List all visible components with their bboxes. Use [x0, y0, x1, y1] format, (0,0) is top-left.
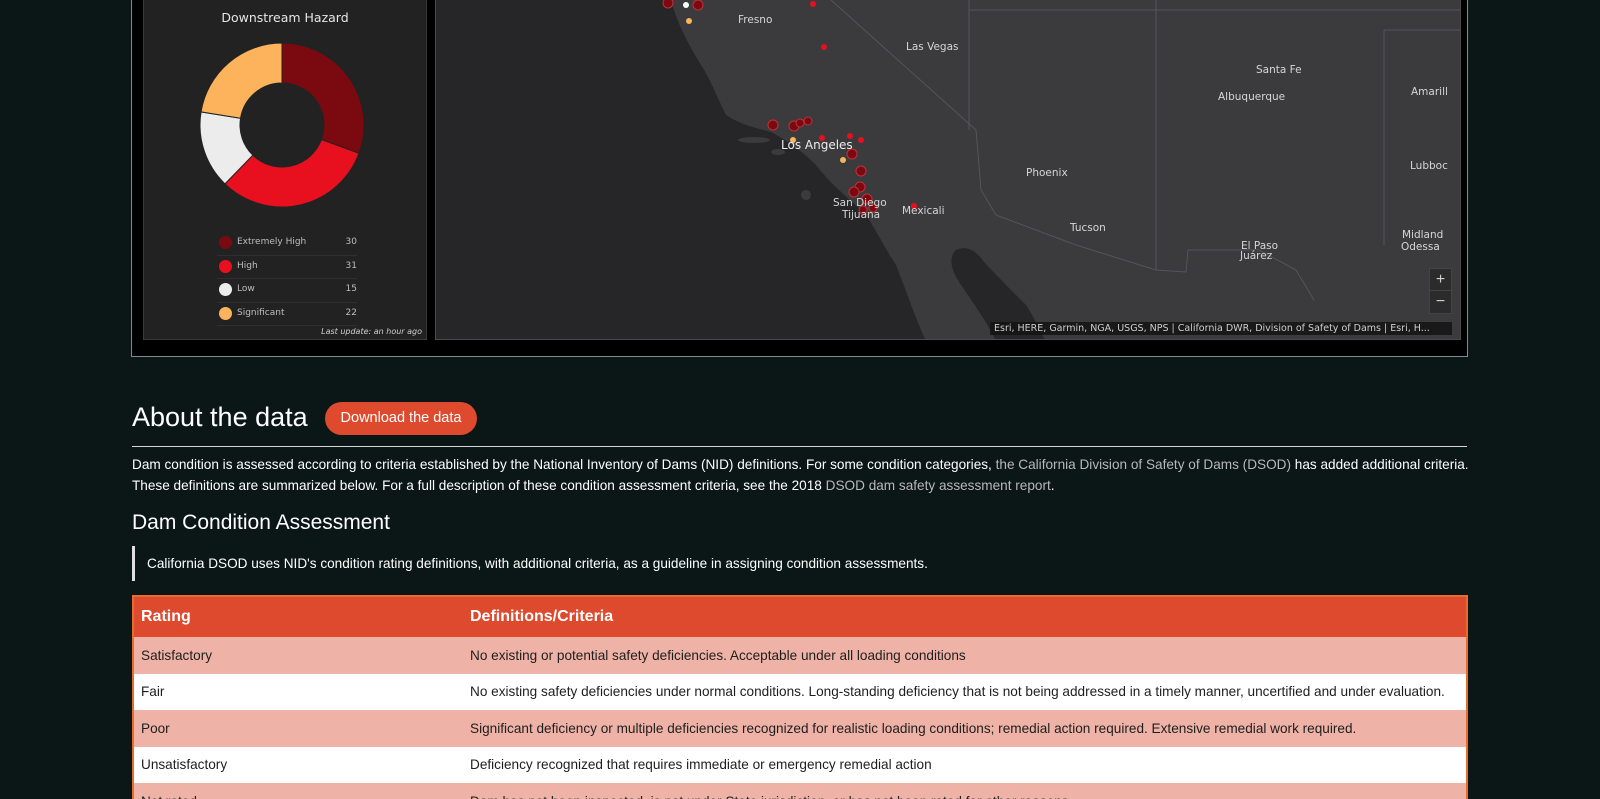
dam-map[interactable]: Fresno Las Vegas Santa Fe Albuquerque Am…: [435, 0, 1461, 340]
city-label-midland: Midland: [1402, 229, 1444, 241]
zoom-in-button[interactable]: +: [1430, 269, 1451, 291]
city-label-fresno: Fresno: [738, 14, 773, 26]
legend-swatch: [219, 306, 232, 320]
legend-value: 22: [345, 307, 357, 318]
definition-cell: Dam has not been inspected, is not under…: [463, 783, 1466, 799]
table-row: Fair No existing safety deficiencies und…: [134, 673, 1466, 710]
definition-cell: Significant deficiency or multiple defic…: [463, 710, 1466, 747]
city-label-san-diego: San Diego: [833, 197, 887, 209]
table-header-row: Rating Definitions/Criteria: [134, 597, 1466, 637]
rating-cell: Unsatisfactory: [134, 746, 463, 783]
city-label-lubbock: Lubboc: [1410, 160, 1448, 172]
map-island: [738, 137, 770, 143]
donut-slice-extremely-high[interactable]: [281, 43, 364, 154]
hazard-panel: Downstream Hazard Extremely High 30 High…: [143, 0, 427, 340]
about-header: About the data Download the data: [132, 398, 1467, 447]
city-label-tijuana: Tijuana: [842, 209, 881, 221]
hazard-donut-chart: [200, 43, 364, 207]
zoom-out-button[interactable]: −: [1430, 291, 1451, 313]
condition-table: Rating Definitions/Criteria Satisfactory…: [134, 597, 1466, 799]
rating-cell: Poor: [134, 710, 463, 747]
legend-label: High: [237, 260, 258, 271]
map-attribution[interactable]: Esri, HERE, Garmin, NGA, USGS, NPS | Cal…: [990, 322, 1452, 335]
city-label-tucson: Tucson: [1070, 222, 1106, 234]
definition-cell: No existing safety deficiencies under no…: [463, 673, 1466, 710]
table-row: Unsatisfactory Deficiency recognized tha…: [134, 746, 1466, 783]
condition-table-wrapper: Rating Definitions/Criteria Satisfactory…: [132, 595, 1468, 799]
dashboard-frame: Downstream Hazard Extremely High 30 High…: [131, 0, 1468, 357]
city-label-albuquerque: Albuquerque: [1218, 91, 1286, 103]
download-data-button[interactable]: Download the data: [325, 402, 477, 435]
dsod-link[interactable]: the California Division of Safety of Dam…: [996, 457, 1291, 472]
city-label-amarillo: Amarill: [1411, 86, 1448, 98]
legend-swatch: [219, 283, 232, 296]
assessment-title: Dam Condition Assessment: [132, 511, 390, 534]
legend-label: Significant: [237, 307, 285, 318]
legend-row-significant[interactable]: Significant 22: [217, 303, 357, 326]
legend-value: 30: [345, 237, 357, 247]
city-label-las-vegas: Las Vegas: [906, 41, 959, 53]
legend-swatch: [219, 236, 232, 249]
map-island: [801, 190, 811, 200]
legend-value: 15: [345, 284, 357, 294]
header-rating: Rating: [134, 597, 463, 637]
dsod-report-link[interactable]: DSOD dam safety assessment report: [826, 478, 1051, 493]
city-label-odessa: Odessa: [1401, 241, 1440, 253]
header-definitions: Definitions/Criteria: [463, 597, 1466, 637]
about-description: Dam condition is assessed according to c…: [132, 454, 1472, 496]
hazard-legend: Extremely High 30 High 31 Low 15 Signifi…: [217, 232, 357, 326]
about-title: About the data: [132, 402, 308, 432]
legend-label: Low: [237, 284, 255, 294]
rating-cell: Fair: [134, 673, 463, 710]
city-label-santa-fe: Santa Fe: [1256, 64, 1302, 76]
legend-row-high[interactable]: High 31: [217, 256, 357, 279]
donut-slice-significant[interactable]: [200, 43, 283, 119]
city-label-juarez: Juárez: [1240, 250, 1273, 262]
definition-cell: No existing or potential safety deficien…: [463, 637, 1466, 674]
dashboard-inner: Downstream Hazard Extremely High 30 High…: [134, 0, 1465, 354]
about-text-part: .: [1050, 478, 1055, 493]
table-row: Not rated Dam has not been inspected, is…: [134, 783, 1466, 799]
city-label-los-angeles: Los Angeles: [781, 138, 853, 152]
table-row: Poor Significant deficiency or multiple …: [134, 710, 1466, 747]
city-label-phoenix: Phoenix: [1026, 167, 1068, 179]
legend-label: Extremely High: [237, 237, 307, 247]
legend-value: 31: [345, 260, 357, 271]
rating-cell: Not rated: [134, 783, 463, 799]
last-update-text: Last update: an hour ago: [321, 327, 422, 336]
rating-cell: Satisfactory: [134, 637, 463, 674]
definition-cell: Deficiency recognized that requires imme…: [463, 746, 1466, 783]
city-label-mexicali: Mexicali: [902, 205, 945, 217]
hazard-panel-title: Downstream Hazard: [221, 10, 349, 25]
table-row: Satisfactory No existing or potential sa…: [134, 637, 1466, 674]
assessment-quote: California DSOD uses NID's condition rat…: [132, 546, 1467, 581]
zoom-control: + −: [1429, 268, 1452, 314]
legend-swatch: [219, 259, 232, 273]
legend-row-extremely-high[interactable]: Extremely High 30: [217, 232, 357, 256]
about-text-part: Dam condition is assessed according to c…: [132, 457, 996, 472]
legend-row-low[interactable]: Low 15: [217, 279, 357, 303]
